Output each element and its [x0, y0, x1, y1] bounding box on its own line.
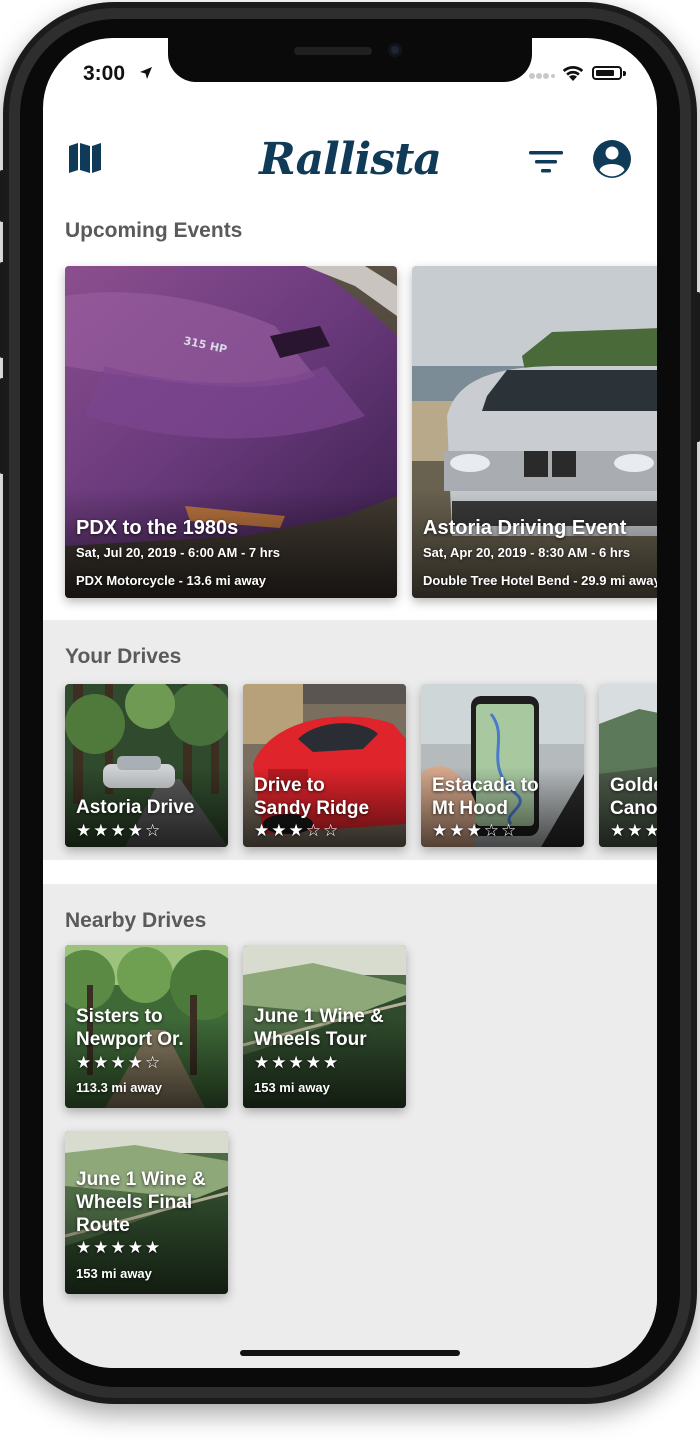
drive-distance: 153 mi away [76, 1266, 152, 1281]
drive-rating: ★★★★☆ [610, 821, 657, 840]
app-logo: Rallista [259, 134, 442, 185]
location-arrow-icon [140, 67, 152, 79]
battery-icon [592, 66, 622, 80]
nearby-drive-card[interactable]: June 1 Wine & Wheels Final Route ★★★★★ 1… [65, 1131, 228, 1294]
event-title: PDX to the 1980s [76, 517, 239, 539]
drive-title: Drive to Sandy Ridge [254, 775, 370, 819]
earpiece-speaker [294, 47, 372, 55]
drive-title: Astoria Drive [76, 797, 195, 818]
battery-tip [623, 71, 626, 76]
event-card[interactable]: Astoria Driving Event Sat, Apr 20, 2019 … [412, 266, 657, 598]
account-icon[interactable] [591, 138, 633, 180]
drive-title: Golden Canon [610, 775, 657, 819]
event-date: Sat, Jul 20, 2019 - 6:00 AM - 7 hrs [76, 545, 280, 560]
front-camera [388, 43, 402, 57]
drive-card[interactable]: Astoria Drive ★★★★☆ [65, 684, 228, 847]
wifi-icon [562, 65, 584, 81]
drive-distance: 113.3 mi away [76, 1080, 163, 1095]
volume-down-button [0, 378, 4, 474]
map-icon[interactable] [67, 140, 103, 176]
event-location: Double Tree Hotel Bend - 29.9 mi away [423, 573, 657, 588]
status-time: 3:00 [83, 62, 126, 85]
nearby-drive-card[interactable]: Sisters to Newport Or. ★★★★☆ 113.3 mi aw… [65, 945, 228, 1108]
cellular-signal-icon [529, 73, 555, 79]
your-drives-title: Your Drives [65, 645, 182, 668]
drive-card[interactable]: Drive to Sandy Ridge ★★★☆☆ [243, 684, 406, 847]
event-title: Astoria Driving Event [423, 517, 627, 539]
event-location: PDX Motorcycle - 13.6 mi away [76, 573, 267, 588]
upcoming-events-title: Upcoming Events [65, 219, 243, 242]
drive-title: June 1 Wine & Wheels Tour [254, 1006, 384, 1050]
drive-card[interactable]: Golden Canon ★★★★☆ [599, 684, 657, 847]
notch [168, 38, 532, 82]
drive-title: Sisters to Newport Or. [76, 1006, 184, 1050]
battery-level [596, 70, 614, 76]
drive-title: Estacada to Mt Hood [432, 775, 539, 819]
drive-rating: ★★★★☆ [76, 1053, 163, 1072]
silent-switch [0, 170, 4, 222]
drive-rating: ★★★★★ [254, 1053, 341, 1072]
drive-card[interactable]: Estacada to Mt Hood ★★★☆☆ [421, 684, 584, 847]
screen: 3:00 Rallista Upcoming Events 315 HP PDX… [43, 38, 657, 1368]
nearby-drives-title: Nearby Drives [65, 909, 207, 932]
volume-up-button [0, 262, 4, 358]
home-indicator[interactable] [240, 1350, 460, 1356]
drive-rating: ★★★★★ [76, 1238, 163, 1257]
event-card[interactable]: 315 HP PDX to the 1980s Sat, Jul 20, 201… [65, 266, 397, 598]
nearby-drive-card[interactable]: June 1 Wine & Wheels Tour ★★★★★ 153 mi a… [243, 945, 406, 1108]
drive-distance: 153 mi away [254, 1080, 330, 1095]
event-date: Sat, Apr 20, 2019 - 8:30 AM - 6 hrs [423, 545, 631, 560]
drive-rating: ★★★☆☆ [432, 821, 519, 840]
drive-title: June 1 Wine & Wheels Final Route [76, 1169, 206, 1236]
power-button [696, 292, 700, 442]
drive-rating: ★★★☆☆ [254, 821, 341, 840]
filter-icon[interactable] [528, 148, 564, 176]
drive-rating: ★★★★☆ [76, 821, 163, 840]
